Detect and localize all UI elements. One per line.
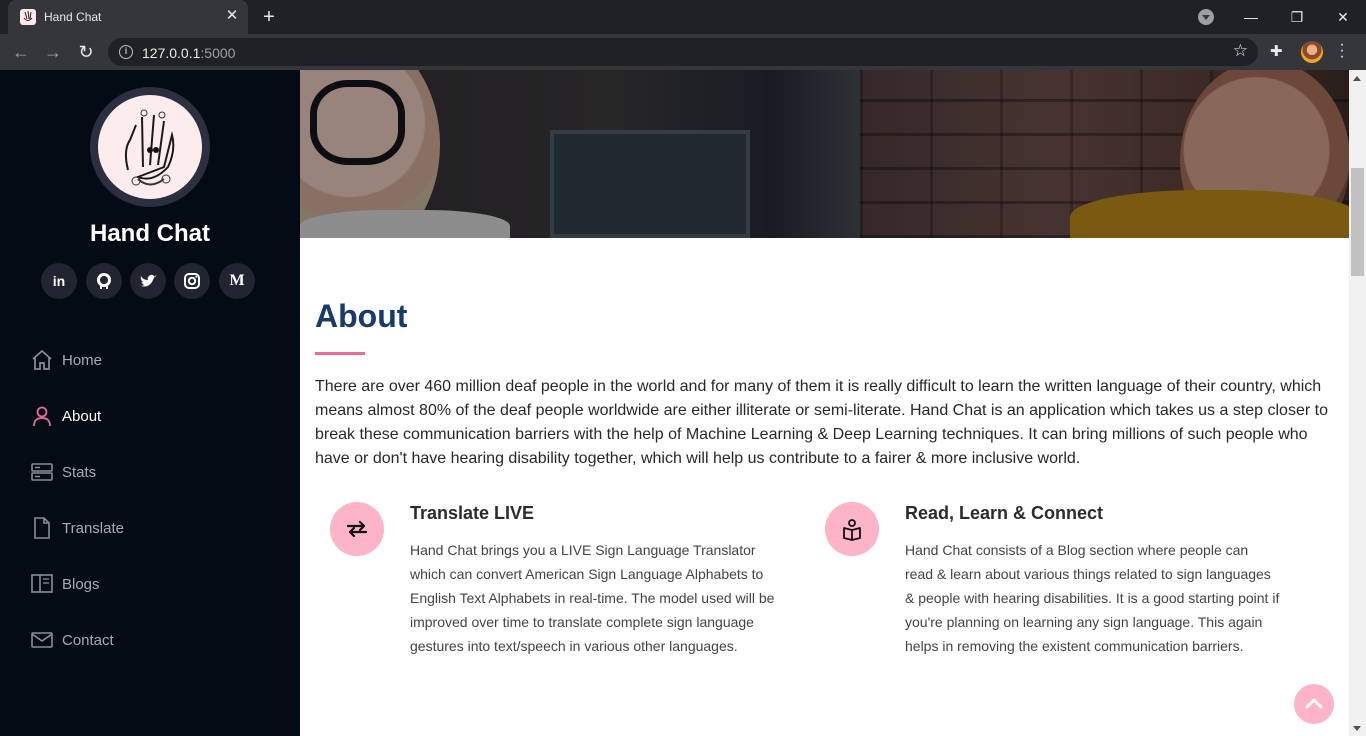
feature-text: Hand Chat brings you a LIVE Sign Languag…	[410, 542, 775, 654]
twitter-icon[interactable]	[130, 263, 166, 299]
sidebar-item-label: Blogs	[62, 576, 100, 593]
sidebar-item-label: Stats	[62, 464, 97, 481]
sidebar-item-about[interactable]: About	[31, 396, 271, 436]
file-icon	[34, 517, 50, 539]
sidebar-item-contact[interactable]: Contact	[31, 620, 271, 660]
close-window-button[interactable]: ✕	[1320, 0, 1366, 34]
github-icon[interactable]	[86, 263, 122, 299]
url-port: :5000	[200, 45, 236, 61]
hand-logo-icon	[98, 95, 202, 199]
browser-tab[interactable]: Hand Chat ✕	[8, 0, 248, 34]
tab-search-icon[interactable]	[1198, 9, 1214, 25]
browser-toolbar: ← → ↻ i 127.0.0.1:5000 ☆	[0, 34, 1366, 70]
hero-image	[300, 70, 1349, 238]
scroll-up-icon[interactable]	[1353, 76, 1361, 81]
scroll-thumb[interactable]	[1351, 168, 1364, 276]
reading-person-icon	[825, 502, 879, 556]
main-content: About There are over 460 million deaf pe…	[300, 70, 1349, 736]
sidebar-item-label: Contact	[62, 632, 114, 649]
back-icon[interactable]: ←	[9, 40, 33, 64]
tab-close-icon[interactable]: ✕	[224, 8, 240, 24]
profile-avatar[interactable]	[1301, 41, 1323, 63]
tab-title: Hand Chat	[44, 10, 102, 24]
sidebar-item-home[interactable]: Home	[31, 340, 271, 380]
favicon-icon	[20, 9, 36, 25]
sidebar-item-stats[interactable]: Stats	[31, 452, 271, 492]
home-icon	[32, 349, 52, 370]
scroll-down-icon[interactable]	[1353, 726, 1361, 731]
title-underline	[315, 352, 365, 355]
back-to-top-button[interactable]	[1294, 684, 1334, 724]
chevron-up-icon	[1305, 698, 1323, 709]
sidebar-item-blogs[interactable]: Blogs	[31, 564, 271, 604]
book-icon	[31, 574, 53, 593]
page-scrollbar[interactable]	[1349, 70, 1366, 736]
hero-overlay	[300, 70, 1349, 238]
about-intro: There are over 460 million deaf people i…	[315, 378, 1328, 467]
instagram-icon[interactable]	[174, 263, 210, 299]
browser-tab-bar: Hand Chat ✕ + — ❐ ✕	[0, 0, 1366, 34]
sidebar-item-translate[interactable]: Translate	[31, 508, 271, 548]
brand-title: Hand Chat	[90, 220, 210, 247]
envelope-icon	[31, 632, 53, 648]
restore-button[interactable]: ❐	[1274, 0, 1320, 34]
sidebar-item-label: Translate	[62, 520, 124, 537]
avatar	[90, 87, 210, 207]
browser-menu-icon[interactable]: · · ·	[1336, 37, 1348, 65]
medium-icon[interactable]: M	[219, 263, 255, 299]
feature-title: Read, Learn & Connect	[905, 503, 1104, 523]
url-host: 127.0.0.1	[142, 45, 201, 61]
site-info-icon[interactable]: i	[119, 45, 133, 59]
reload-icon[interactable]: ↻	[74, 40, 98, 64]
person-icon	[33, 406, 51, 427]
linkedin-icon[interactable]: in	[41, 263, 77, 299]
bookmark-star-icon[interactable]: ☆	[1233, 41, 1248, 61]
address-bar[interactable]: i 127.0.0.1:5000 ☆	[108, 38, 1258, 66]
forward-icon[interactable]: →	[41, 40, 65, 64]
new-tab-button[interactable]: +	[258, 6, 280, 28]
sidebar-item-label: About	[62, 408, 102, 425]
feature-title: Translate LIVE	[410, 503, 535, 523]
server-icon	[31, 463, 53, 481]
url-text: 127.0.0.1:5000	[142, 45, 235, 61]
extensions-icon[interactable]: ✚	[1270, 42, 1283, 60]
arrows-exchange-icon	[330, 502, 384, 556]
sidebar: Hand Chat in M Home About Stats Translat…	[0, 70, 300, 736]
about-title: About	[315, 298, 408, 334]
feature-text: Hand Chat consists of a Blog section whe…	[905, 542, 1280, 654]
minimize-button[interactable]: —	[1228, 0, 1274, 34]
sidebar-item-label: Home	[62, 352, 103, 369]
